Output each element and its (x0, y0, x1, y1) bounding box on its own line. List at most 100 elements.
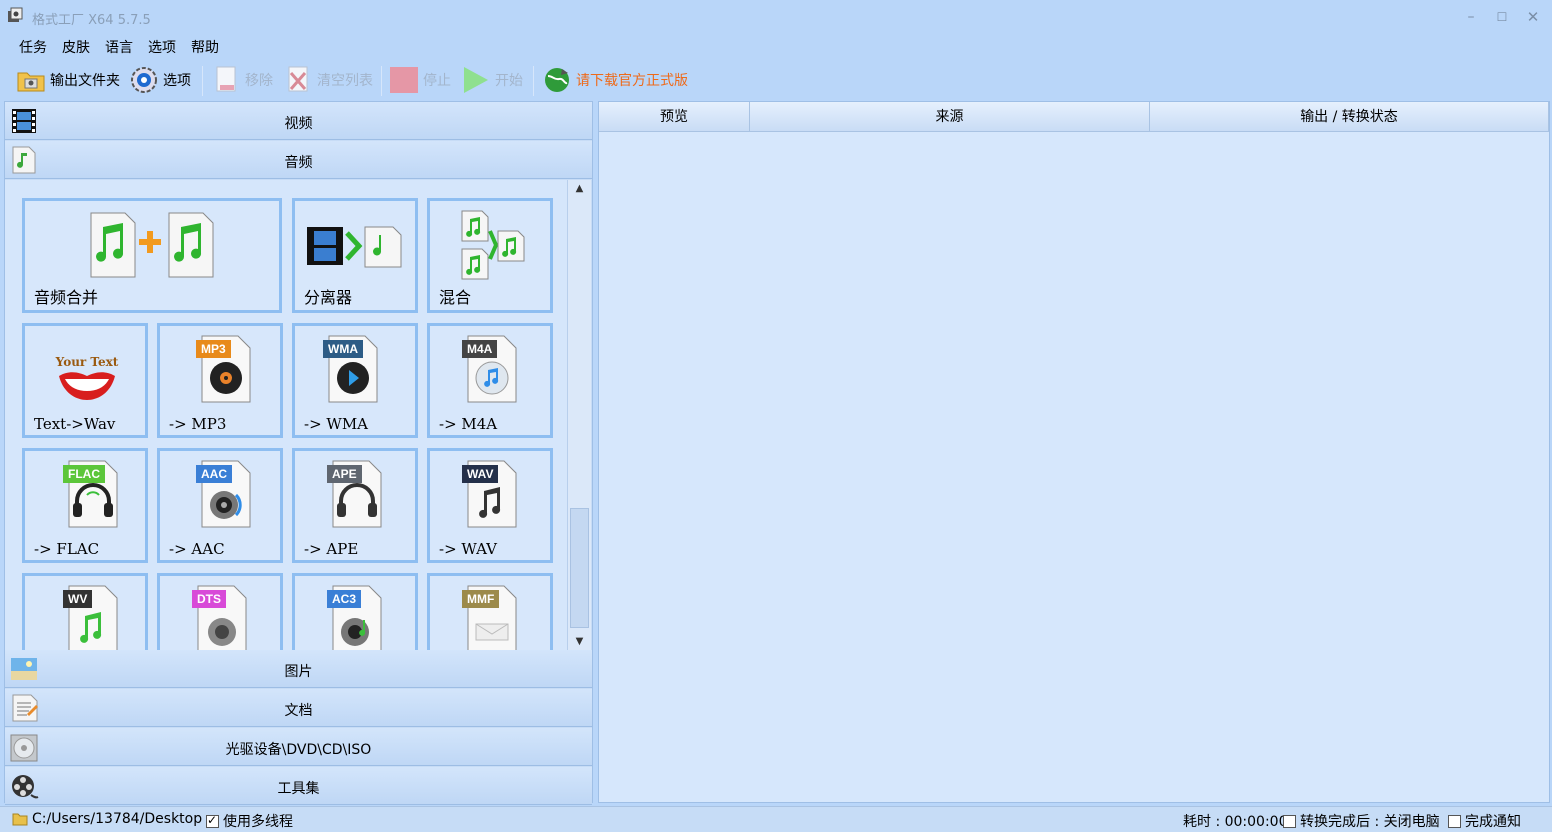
tile-to-ape-label: -> APE (304, 540, 359, 558)
multithread-checkbox[interactable] (206, 813, 219, 828)
tile-separator[interactable]: 分离器 (292, 198, 418, 313)
scroll-down-arrow-icon[interactable]: ▼ (568, 633, 591, 650)
notify-label: 完成通知 (1465, 814, 1521, 830)
tile-to-wma[interactable]: WMA -> WMA (292, 323, 418, 438)
wv-badge: WV (63, 590, 93, 608)
column-preview[interactable]: 预览 (599, 102, 750, 132)
toolbar-separator (202, 66, 203, 96)
after-convert-toggle[interactable]: 转换完成后 : 关闭电脑 (1283, 811, 1440, 831)
gear-icon (129, 65, 159, 95)
download-official-button[interactable]: 请下载官方正式版 (542, 64, 688, 96)
category-tools[interactable]: 工具集 (5, 767, 592, 805)
category-image-label: 图片 (284, 664, 313, 680)
play-icon (461, 65, 491, 95)
tile-to-dts[interactable]: DTS (157, 573, 283, 650)
elapsed-time: 耗时 : 00:00:00 (1183, 811, 1288, 831)
task-list-panel: 预览 来源 输出 / 转换状态 (598, 101, 1550, 803)
column-output-status[interactable]: 输出 / 转换状态 (1150, 102, 1549, 132)
status-bar: C:/Users/13784/Desktop 使用多线程 耗时 : 00:00:… (0, 806, 1552, 832)
mp3-file-icon: MP3 (196, 334, 252, 404)
grid-scrollbar[interactable]: ▲ ▼ (567, 180, 591, 650)
menu-language[interactable]: 语言 (105, 37, 133, 57)
stop-button[interactable]: 停止 (389, 64, 451, 96)
tile-text-to-wav[interactable]: Your Text Text->Wav (22, 323, 148, 438)
maximize-button[interactable]: ☐ (1487, 6, 1517, 28)
m4a-file-icon: M4A (462, 334, 518, 404)
minimize-button[interactable]: – (1456, 6, 1486, 28)
tile-to-ape[interactable]: APE -> APE (292, 448, 418, 563)
stop-icon (389, 65, 419, 95)
m4a-badge: M4A (462, 340, 498, 358)
remove-label: 移除 (245, 73, 273, 89)
lips-icon: Your Text (55, 355, 119, 400)
remove-button[interactable]: 移除 (211, 64, 273, 96)
clear-list-button[interactable]: 清空列表 (283, 64, 373, 96)
tile-to-ac3[interactable]: AC3 (292, 573, 418, 650)
menu-skin[interactable]: 皮肤 (62, 37, 90, 57)
dts-badge: DTS (192, 590, 226, 608)
tile-to-aac[interactable]: AAC -> AAC (157, 448, 283, 563)
window-title: 格式工厂 X64 5.7.5 (32, 13, 151, 28)
mp3-badge: MP3 (196, 340, 231, 358)
notify-checkbox[interactable] (1448, 814, 1461, 828)
category-video-label: 视频 (284, 116, 313, 132)
output-folder-label: 输出文件夹 (50, 73, 120, 89)
output-path-text: C:/Users/13784/Desktop (32, 811, 203, 827)
tile-mix[interactable]: 混合 (427, 198, 553, 313)
options-button[interactable]: 选项 (129, 64, 191, 96)
stop-label: 停止 (423, 73, 451, 89)
tile-to-wav[interactable]: WAV -> WAV (427, 448, 553, 563)
category-panel: 视频 音频 音频合并 分离器 混合 Your Text Text->Wav MP… (4, 101, 593, 805)
flac-file-icon: FLAC (63, 459, 119, 529)
notify-toggle[interactable]: 完成通知 (1448, 811, 1521, 831)
ape-file-icon: APE (327, 459, 383, 529)
tile-to-mmf[interactable]: MMF (427, 573, 553, 650)
close-button[interactable]: ✕ (1518, 6, 1548, 28)
menu-help[interactable]: 帮助 (191, 37, 219, 57)
menu-task[interactable]: 任务 (19, 37, 47, 57)
multithread-label: 使用多线程 (223, 814, 293, 830)
toolbar-separator (381, 66, 382, 96)
category-document[interactable]: 文档 (5, 689, 592, 727)
tile-to-m4a[interactable]: M4A -> M4A (427, 323, 553, 438)
globe-icon (542, 65, 572, 95)
tile-to-wma-label: -> WMA (304, 415, 369, 433)
output-path[interactable]: C:/Users/13784/Desktop (12, 811, 202, 827)
category-video[interactable]: 视频 (5, 102, 592, 140)
download-official-label: 请下载官方正式版 (576, 73, 688, 89)
aac-badge: AAC (196, 465, 232, 483)
mix-icon (461, 210, 525, 280)
app-logo-icon (8, 7, 23, 22)
tile-to-wav-label: -> WAV (439, 540, 497, 558)
tile-audio-merge-label: 音频合并 (34, 288, 99, 307)
wav-badge: WAV (462, 465, 499, 483)
tile-mix-label: 混合 (439, 288, 472, 307)
category-audio-label: 音频 (284, 155, 313, 171)
clear-list-label: 清空列表 (317, 73, 373, 89)
wma-file-icon: WMA (323, 334, 379, 404)
scroll-up-arrow-icon[interactable]: ▲ (568, 180, 591, 197)
menu-bar: 任务 皮肤 语言 选项 帮助 (0, 34, 1552, 58)
tile-to-m4a-label: -> M4A (439, 415, 498, 433)
output-folder-button[interactable]: 输出文件夹 (16, 64, 120, 96)
column-source[interactable]: 来源 (750, 102, 1150, 132)
elapsed-time-text: 耗时 : 00:00:00 (1183, 814, 1288, 830)
tile-audio-merge[interactable]: 音频合并 (22, 198, 282, 313)
wav-file-icon: WAV (462, 459, 518, 529)
folder-small-icon (12, 813, 28, 826)
scroll-thumb[interactable] (570, 508, 589, 628)
tile-to-flac[interactable]: FLAC -> FLAC (22, 448, 148, 563)
wma-badge: WMA (323, 340, 363, 358)
wv-file-icon: WV (63, 584, 119, 650)
menu-options[interactable]: 选项 (148, 37, 176, 57)
tile-to-mp3[interactable]: MP3 -> MP3 (157, 323, 283, 438)
tile-to-wv[interactable]: WV (22, 573, 148, 650)
start-button[interactable]: 开始 (461, 64, 523, 96)
category-optical[interactable]: 光驱设备\DVD\CD\ISO (5, 728, 592, 766)
multithread-toggle[interactable]: 使用多线程 (206, 811, 293, 831)
options-label: 选项 (163, 73, 191, 89)
category-audio[interactable]: 音频 (5, 141, 592, 179)
after-convert-checkbox[interactable] (1283, 814, 1296, 828)
category-image[interactable]: 图片 (5, 650, 592, 688)
flac-badge: FLAC (63, 465, 105, 483)
